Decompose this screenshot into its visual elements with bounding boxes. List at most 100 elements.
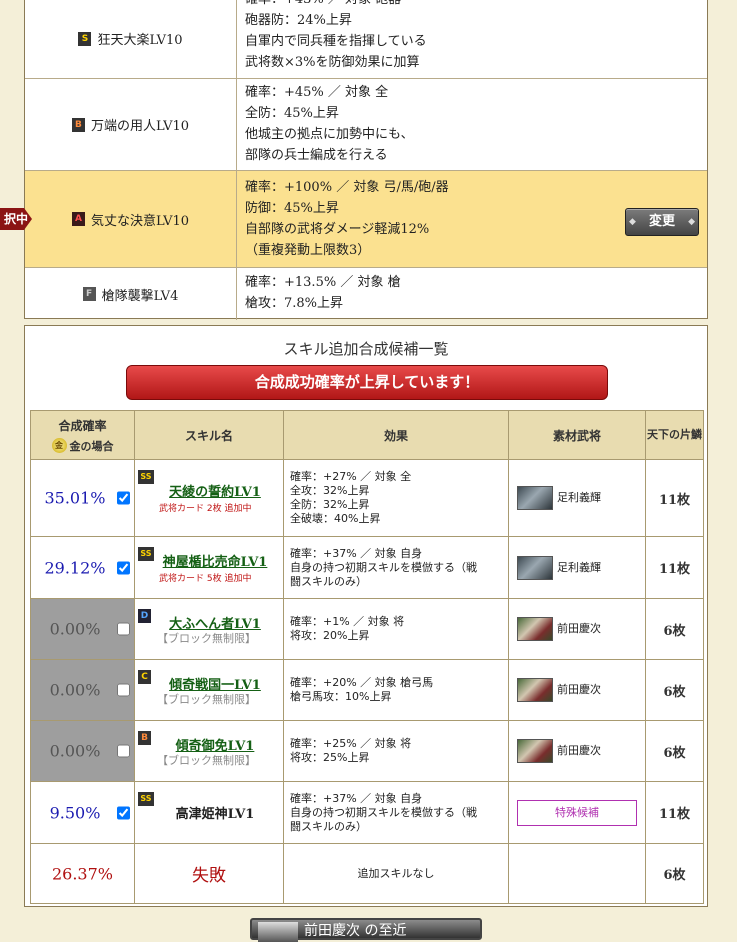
effect-line: 確率：+13.5% ／ 対象 槍 [245, 275, 401, 290]
skill-cell: SS 神屋楯比売命LV1 武将カード 5枚 追加中 [134, 536, 284, 599]
header-skill: スキル名 [134, 410, 284, 460]
select-checkbox[interactable] [117, 622, 130, 636]
header-tenka: 天下の片鱗 [645, 410, 704, 460]
effect-cell: 確率：+37% ／ 対象 自身 自身の持つ初期スキルを模倣する（戦 闘スキルのみ） [283, 781, 509, 844]
rate-cell: 0.00% [30, 659, 135, 721]
skill-name-cell: B 万端の用人LV10 [25, 79, 237, 170]
success-banner: 合成成功確率が上昇しています！ [126, 365, 608, 400]
count-cell: 11枚 [645, 781, 704, 844]
skill-link[interactable]: 傾奇御免LV1 [135, 735, 283, 754]
material-cell: 足利義輝 [508, 459, 646, 537]
rank-b-icon: B [138, 731, 151, 745]
fail-label: 失敗 [134, 843, 284, 904]
skill-cell: D 大ふへん者LV1 【ブロック無制限】 [134, 598, 284, 660]
effect-line: 武将数×3%を防御効果に加算 [245, 55, 420, 70]
skill-name: 槍隊襲撃LV4 [101, 288, 179, 304]
effect-line: 確率：+45% ／ 対象 全 [245, 85, 389, 100]
general-button[interactable]: 前田慶次 の至近 [250, 918, 482, 942]
rank-c-icon: C [138, 670, 151, 684]
table-row: 35.01% SS 天綾の誓約LV1 武将カード 2枚 追加中 確率：+27% … [30, 459, 704, 537]
effect-line: 部隊の兵士編成を行える [245, 148, 388, 163]
skill-effect: 確率：+45% ／ 対象 全 全防：45%上昇 他城主の拠点に加勢中にも、 部隊… [237, 79, 707, 170]
material-cell: 特殊候補 [508, 781, 646, 844]
select-checkbox[interactable] [117, 744, 130, 758]
effect-cell: 確率：+25% ／ 対象 将将攻：25%上昇 [283, 720, 509, 782]
table-header: 合成確率 金金の場合 スキル名 効果 素材武将 天下の片鱗 [30, 410, 704, 460]
skill-link[interactable]: 天綾の誓約LV1 [135, 481, 283, 500]
effect-line: 確率：+100% ／ 対象 弓/馬/砲/器 [245, 180, 449, 195]
skill-row: S 狂天大楽LV10 確率：+43% ／ 対象 砲器 砲器防：24%上昇 自軍内… [25, 0, 707, 79]
effect-line: 確率：+43% ／ 対象 砲器 [245, 0, 707, 10]
effect-cell: 追加スキルなし [283, 843, 509, 904]
rate-cell: 9.50% [30, 781, 135, 844]
select-checkbox[interactable] [117, 491, 130, 505]
rank-a-icon: A [71, 212, 85, 226]
skill-link[interactable]: 傾奇戦国一LV1 [135, 674, 283, 693]
rank-d-icon: D [138, 609, 151, 623]
skill-name-cell: A 気丈な決意LV10 [25, 171, 237, 267]
effect-cell: 確率：+1% ／ 対象 将将攻：20%上昇 [283, 598, 509, 660]
skill-row: F 槍隊襲撃LV4 確率：+13.5% ／ 対象 槍 槍攻：7.8%上昇 [25, 268, 707, 320]
skill-row: B 万端の用人LV10 確率：+45% ／ 対象 全 全防：45%上昇 他城主の… [25, 79, 707, 171]
material-cell: 足利義輝 [508, 536, 646, 599]
general-portrait [517, 617, 553, 641]
skill-name: 狂天大楽LV10 [97, 33, 183, 48]
header-material: 素材武将 [508, 410, 646, 460]
count-cell: 6枚 [645, 598, 704, 660]
rate-cell: 35.01% [30, 459, 135, 537]
added-count: 武将カード 5枚 追加中 [159, 573, 252, 584]
table-row: 0.00% C 傾奇戦国一LV1 【ブロック無制限】 確率：+20% ／ 対象 … [30, 659, 704, 721]
count-cell: 11枚 [645, 459, 704, 537]
skill-effect: 確率：+100% ／ 対象 弓/馬/砲/器 防御：45%上昇 自部隊の武将ダメー… [237, 171, 707, 267]
effect-cell: 確率：+37% ／ 対象 自身 自身の持つ初期スキルを模倣する（戦 闘スキルのみ） [283, 536, 509, 599]
rate-cell: 0.00% [30, 720, 135, 782]
count-cell: 6枚 [645, 843, 704, 904]
material-cell: 前田慶次 [508, 659, 646, 721]
rate-cell: 29.12% [30, 536, 135, 599]
select-checkbox[interactable] [117, 561, 130, 574]
effect-line: 自軍内で同兵種を指揮している [245, 34, 427, 49]
candidate-table: 合成確率 金金の場合 スキル名 効果 素材武将 天下の片鱗 35.01% SS … [30, 410, 704, 904]
gold-icon: 金 [51, 438, 67, 453]
material-cell: 前田慶次 [508, 720, 646, 782]
block-note: 【ブロック無制限】 [157, 632, 256, 645]
skill-link[interactable]: 神屋楯比売命LV1 [135, 551, 283, 570]
block-note: 【ブロック無制限】 [157, 754, 256, 767]
general-portrait [517, 739, 553, 763]
header-effect: 効果 [283, 410, 509, 460]
rank-ss-icon: SS [138, 470, 154, 484]
count-cell: 6枚 [645, 659, 704, 721]
effect-cell: 確率：+20% ／ 対象 槍弓馬 槍弓馬攻：10%上昇 [283, 659, 509, 721]
rank-s-icon: S [78, 31, 92, 46]
skill-cell: SS 天綾の誓約LV1 武将カード 2枚 追加中 [134, 459, 284, 537]
effect-line: 他城主の拠点に加勢中にも、 [245, 127, 414, 142]
skill-name: 気丈な決意LV10 [90, 213, 190, 229]
select-checkbox[interactable] [117, 683, 130, 697]
rate-cell: 0.00% [30, 598, 135, 660]
count-cell: 6枚 [645, 720, 704, 782]
change-button[interactable]: ◆ 変更 ◆ [625, 208, 699, 236]
rank-b-icon: B [71, 117, 85, 132]
skill-link[interactable]: 大ふへん者LV1 [135, 613, 283, 632]
panel-title: スキル追加合成候補一覧 [283, 340, 449, 358]
added-count: 武将カード 2枚 追加中 [159, 504, 252, 514]
skill-name: 高津姫神LV1 [175, 807, 255, 822]
table-row: 0.00% D 大ふへん者LV1 【ブロック無制限】 確率：+1% ／ 対象 将… [30, 598, 704, 660]
skill-cell: SS 高津姫神LV1 [134, 781, 284, 844]
skill-cell: C 傾奇戦国一LV1 【ブロック無制限】 [134, 659, 284, 721]
effect-line: 全防：45%上昇 [245, 106, 339, 121]
fail-row: 26.37% 失敗 追加スキルなし 6枚 [30, 843, 704, 904]
current-skill-table: S 狂天大楽LV10 確率：+43% ／ 対象 砲器 砲器防：24%上昇 自軍内… [24, 0, 708, 320]
header-rate: 合成確率 金金の場合 [30, 410, 135, 460]
general-portrait [517, 486, 553, 510]
block-note: 【ブロック無制限】 [157, 693, 256, 706]
select-checkbox[interactable] [117, 806, 130, 819]
special-candidate-button[interactable]: 特殊候補 [517, 799, 637, 826]
table-row: 0.00% B 傾奇御免LV1 【ブロック無制限】 確率：+25% ／ 対象 将… [30, 720, 704, 782]
skill-name-cell: S 狂天大楽LV10 [25, 0, 237, 78]
skill-effect: 確率：+13.5% ／ 対象 槍 槍攻：7.8%上昇 [237, 268, 707, 320]
general-portrait [517, 555, 553, 580]
skill-name: 万端の用人LV10 [90, 119, 190, 134]
effect-line: 砲器防：24%上昇 [245, 13, 352, 28]
rank-ss-icon: SS [138, 792, 154, 806]
